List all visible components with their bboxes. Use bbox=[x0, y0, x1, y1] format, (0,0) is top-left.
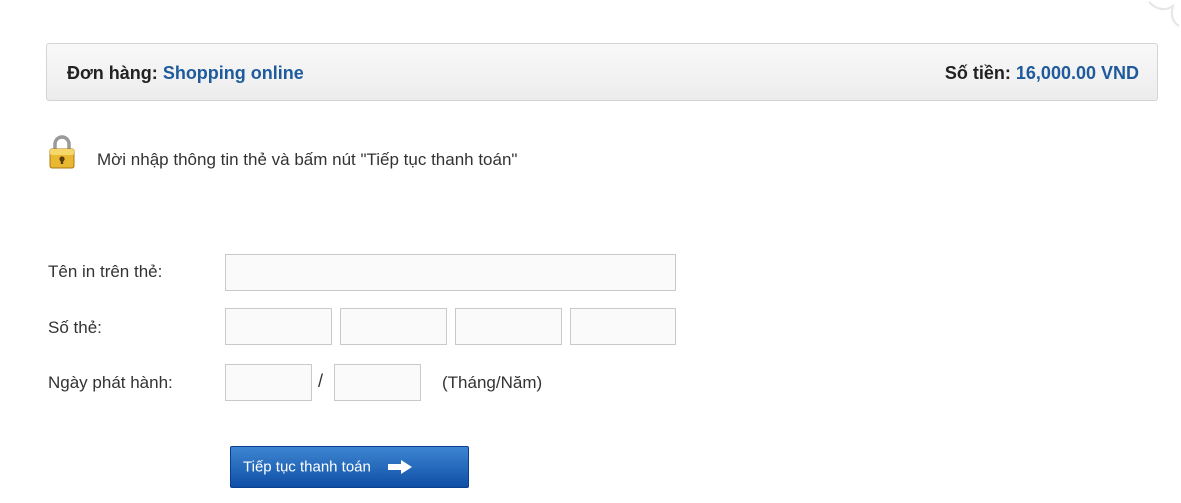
card-number-input-3[interactable] bbox=[455, 308, 562, 345]
arrow-right-icon bbox=[388, 460, 413, 475]
cardholder-name-label: Tên in trên thẻ: bbox=[48, 262, 163, 281]
instruction-text: Mời nhập thông tin thẻ và bấm nút "Tiếp … bbox=[97, 150, 518, 169]
amount-info: Số tiền: 16,000.00 VND bbox=[945, 63, 1139, 84]
order-info: Đơn hàng: Shopping online bbox=[67, 63, 304, 84]
card-number-input-2[interactable] bbox=[340, 308, 447, 345]
issue-year-input[interactable] bbox=[334, 364, 421, 401]
order-summary-bar: Đơn hàng: Shopping online Số tiền: 16,00… bbox=[46, 43, 1158, 101]
card-number-input-4[interactable] bbox=[570, 308, 676, 345]
issue-date-label: Ngày phát hành: bbox=[48, 373, 173, 392]
order-label: Đơn hàng: bbox=[67, 63, 158, 83]
date-format-hint: (Tháng/Năm) bbox=[442, 373, 543, 392]
order-value: Shopping online bbox=[162, 63, 304, 83]
continue-payment-label: Tiếp tục thanh toán bbox=[243, 458, 371, 476]
lock-icon bbox=[49, 135, 75, 169]
amount-value: 16,000.00 VND bbox=[1015, 63, 1139, 83]
date-separator: / bbox=[318, 371, 324, 391]
cardholder-name-input[interactable] bbox=[225, 254, 676, 291]
corner-decoration bbox=[1148, 1, 1180, 27]
amount-label: Số tiền: bbox=[944, 63, 1011, 83]
issue-month-input[interactable] bbox=[225, 364, 312, 401]
card-number-input-1[interactable] bbox=[225, 308, 332, 345]
continue-payment-button[interactable]: Tiếp tục thanh toán bbox=[230, 446, 469, 488]
card-number-label: Số thẻ: bbox=[48, 318, 102, 337]
